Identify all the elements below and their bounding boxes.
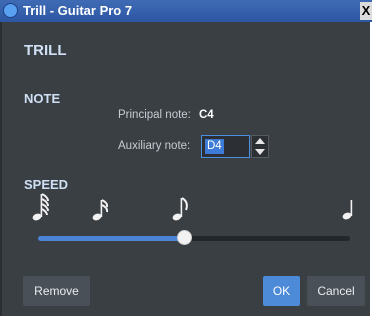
close-button[interactable]: X	[360, 2, 372, 20]
title-bar: Trill - Guitar Pro 7 X	[0, 0, 372, 22]
trill-dialog: TRILL NOTE Principal note: C4 Auxiliary …	[0, 22, 370, 316]
speed-slider-fill	[38, 236, 185, 241]
remove-button[interactable]: Remove	[23, 276, 90, 306]
thirty-second-note-icon[interactable]	[92, 198, 108, 222]
auxiliary-note-spinner[interactable]	[251, 135, 269, 158]
sixteenth-note-icon[interactable]	[172, 196, 188, 222]
principal-note-value: C4	[199, 109, 214, 121]
quarter-note-icon[interactable]	[342, 199, 354, 221]
principal-note-label: Principal note:	[118, 109, 191, 121]
note-section-heading: NOTE	[24, 91, 61, 106]
window-title: Trill - Guitar Pro 7	[23, 3, 133, 18]
dialog-heading: TRILL	[24, 42, 67, 59]
auxiliary-note-label: Auxiliary note:	[118, 140, 191, 152]
sixty-fourth-note-icon[interactable]	[32, 192, 50, 222]
cancel-button[interactable]: Cancel	[307, 276, 365, 306]
speed-section-heading: SPEED	[24, 177, 69, 192]
app-icon	[3, 3, 18, 18]
spin-down-icon[interactable]	[255, 149, 265, 155]
auxiliary-note-input[interactable]: D4	[201, 135, 250, 158]
spin-up-icon[interactable]	[255, 138, 265, 144]
auxiliary-note-value: D4	[205, 139, 224, 154]
ok-button[interactable]: OK	[263, 276, 300, 306]
speed-slider-thumb[interactable]	[176, 230, 192, 245]
speed-slider-track[interactable]	[38, 236, 350, 241]
